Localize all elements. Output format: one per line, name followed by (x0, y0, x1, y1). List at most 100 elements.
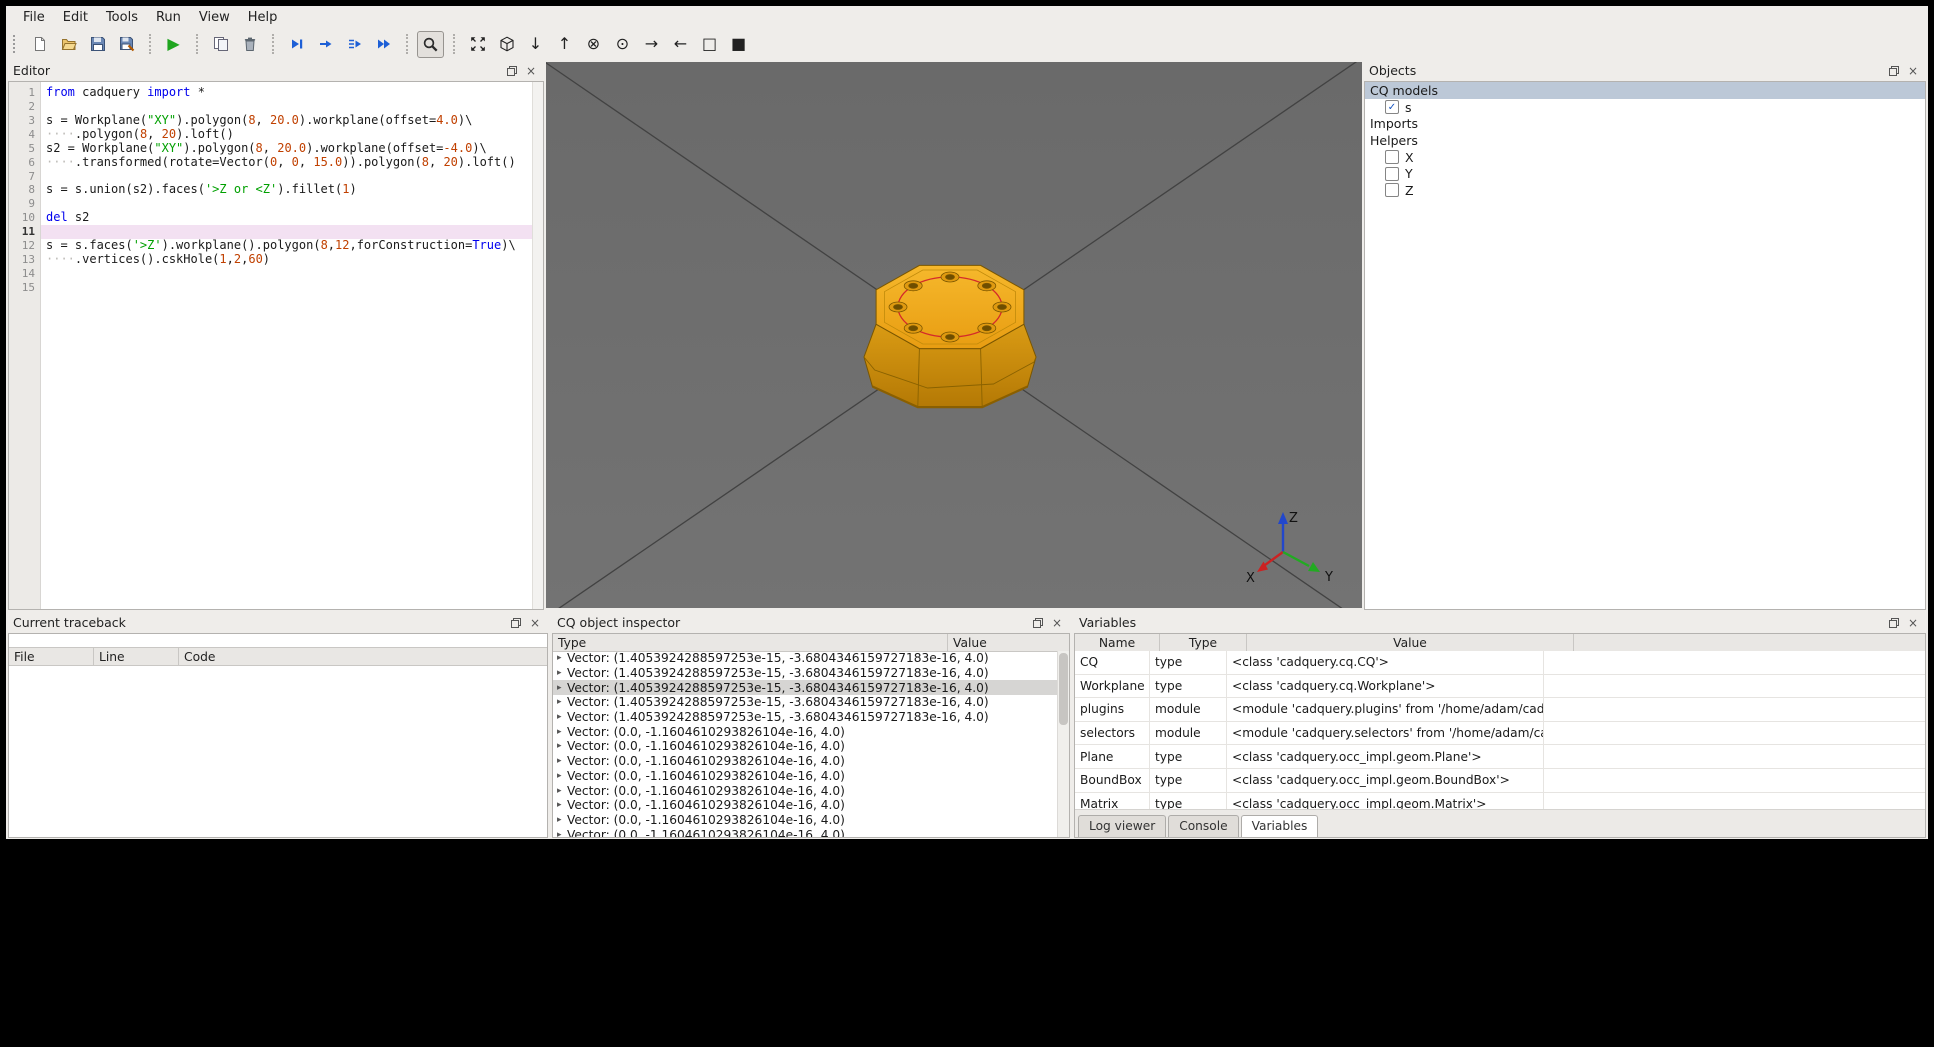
close-button[interactable]: × (1905, 615, 1921, 630)
toolbar-drag-handle[interactable] (13, 35, 18, 53)
branch-expand-icon[interactable]: ▸ (557, 727, 567, 737)
scrollbar-thumb[interactable] (1059, 653, 1068, 725)
editor-scrollbar[interactable] (532, 82, 543, 609)
menu-item-file[interactable]: File (14, 8, 54, 27)
column-header-code[interactable]: Code (179, 648, 547, 665)
branch-expand-icon[interactable]: ▸ (557, 830, 567, 837)
branch-expand-icon[interactable]: ▸ (557, 771, 567, 781)
column-header-value[interactable]: Value (948, 634, 1069, 651)
cad-model[interactable] (863, 264, 1037, 409)
step-button[interactable] (312, 31, 339, 58)
inspector-row[interactable]: ▸ Vector: (1.4053924288597253e-15, -3.680… (553, 695, 1058, 710)
inspector-row[interactable]: ▸ Vector: (0.0, -1.1604610293826104e-16, … (553, 813, 1058, 828)
back-view-button[interactable]: ⊙ (609, 31, 636, 58)
tree-item-s[interactable]: ✓ s (1365, 99, 1925, 116)
zoom-toggle-button[interactable] (417, 30, 444, 58)
float-button[interactable] (508, 615, 524, 630)
variable-row[interactable]: plugins module <module 'cadquery.plugins' … (1075, 698, 1925, 722)
tree-item-cq-models[interactable]: CQ models (1365, 82, 1925, 99)
continue-button[interactable] (370, 31, 397, 58)
step-in-button[interactable] (341, 31, 368, 58)
inspector-row[interactable]: ▸ Vector: (1.4053924288597253e-15, -3.680… (553, 680, 1058, 696)
checkbox-x[interactable] (1385, 150, 1399, 165)
branch-expand-icon[interactable]: ▸ (557, 697, 567, 707)
branch-expand-icon[interactable]: ▸ (557, 786, 567, 796)
new-file-button[interactable] (26, 31, 53, 58)
float-button[interactable] (1886, 615, 1902, 630)
tab-log-viewer[interactable]: Log viewer (1078, 815, 1167, 837)
close-button[interactable]: × (1049, 615, 1065, 630)
variable-row[interactable]: selectors module <module 'cadquery.selecto… (1075, 721, 1925, 746)
checkbox-y[interactable] (1385, 166, 1399, 181)
close-button[interactable]: × (527, 615, 543, 630)
inspector-row[interactable]: ▸ Vector: (0.0, -1.1604610293826104e-16, … (553, 769, 1058, 784)
menu-item-view[interactable]: View (190, 8, 239, 27)
column-header-value[interactable]: Value (1247, 634, 1574, 651)
render-button[interactable] (207, 31, 234, 58)
inspector-row[interactable]: ▸ Vector: (0.0, -1.1604610293826104e-16, … (553, 783, 1058, 798)
inspector-row[interactable]: ▸ Vector: (1.4053924288597253e-15, -3.680… (553, 710, 1058, 725)
checkbox-z[interactable] (1385, 183, 1399, 198)
fit-view-button[interactable] (464, 31, 491, 58)
column-header-type[interactable]: Type (553, 634, 948, 651)
column-header-line[interactable]: Line (94, 648, 179, 665)
inspector-row[interactable]: ▸ Vector: (0.0, -1.1604610293826104e-16, … (553, 754, 1058, 769)
front-view-button[interactable]: ⊗ (580, 31, 607, 58)
save-as-button[interactable] (113, 31, 140, 58)
menu-item-tools[interactable]: Tools (97, 8, 147, 27)
branch-expand-icon[interactable]: ▸ (557, 712, 567, 722)
variable-row[interactable]: Plane type <class 'cadquery.occ_impl.geom.… (1075, 745, 1925, 769)
shaded-view-button[interactable]: ■ (725, 31, 752, 58)
tab-variables[interactable]: Variables (1240, 815, 1319, 837)
run-button[interactable]: ▶ (160, 31, 187, 58)
inspector-row[interactable]: ▸ Vector: (0.0, -1.1604610293826104e-16, … (553, 827, 1058, 837)
open-button[interactable] (55, 31, 82, 58)
viewport-3d[interactable]: Z X Y (546, 62, 1362, 608)
wireframe-view-button[interactable]: □ (696, 31, 723, 58)
tree-item-helpers[interactable]: Helpers (1365, 132, 1925, 149)
checkbox-s[interactable]: ✓ (1385, 100, 1399, 115)
right-view-button[interactable]: → (638, 31, 665, 58)
inspector-row[interactable]: ▸ Vector: (0.0, -1.1604610293826104e-16, … (553, 798, 1058, 813)
inspector-row[interactable]: ▸ Vector: (1.4053924288597253e-15, -3.680… (553, 666, 1058, 681)
branch-expand-icon[interactable]: ▸ (557, 653, 567, 663)
float-button[interactable] (1886, 63, 1902, 78)
menu-item-run[interactable]: Run (147, 8, 190, 27)
branch-expand-icon[interactable]: ▸ (557, 756, 567, 766)
variable-row[interactable]: Matrix type <class 'cadquery.occ_impl.geom… (1075, 792, 1925, 810)
float-button[interactable] (504, 63, 520, 78)
tab-console[interactable]: Console (1168, 815, 1239, 837)
left-view-button[interactable]: ← (667, 31, 694, 58)
branch-expand-icon[interactable]: ▸ (557, 741, 567, 751)
tree-item-y[interactable]: Y (1365, 165, 1925, 182)
inspector-scrollbar[interactable] (1057, 651, 1069, 837)
top-view-button[interactable]: ↑ (551, 31, 578, 58)
menu-item-help[interactable]: Help (239, 8, 287, 27)
tree-item-imports[interactable]: Imports (1365, 115, 1925, 132)
delete-button[interactable] (236, 31, 263, 58)
inspector-row[interactable]: ▸ Vector: (0.0, -1.1604610293826104e-16, … (553, 724, 1058, 739)
iso-view-button[interactable] (493, 31, 520, 58)
bottom-view-button[interactable]: ↓ (522, 31, 549, 58)
close-button[interactable]: × (1905, 63, 1921, 78)
branch-expand-icon[interactable]: ▸ (557, 668, 567, 678)
variable-row[interactable]: CQ type <class 'cadquery.cq.CQ'> (1075, 651, 1925, 675)
branch-expand-icon[interactable]: ▸ (557, 683, 567, 693)
float-button[interactable] (1030, 615, 1046, 630)
branch-expand-icon[interactable]: ▸ (557, 815, 567, 825)
inspector-row[interactable]: ▸ Vector: (0.0, -1.1604610293826104e-16, … (553, 739, 1058, 754)
menu-item-edit[interactable]: Edit (54, 8, 97, 27)
tree-item-x[interactable]: X (1365, 149, 1925, 166)
branch-expand-icon[interactable]: ▸ (557, 800, 567, 810)
inspector-row[interactable]: ▸ Vector: (1.4053924288597253e-15, -3.680… (553, 651, 1058, 666)
tree-item-z[interactable]: Z (1365, 182, 1925, 199)
column-header-file[interactable]: File (9, 648, 94, 665)
variable-row[interactable]: Workplane type <class 'cadquery.cq.Workpla… (1075, 674, 1925, 699)
column-header-type[interactable]: Type (1160, 634, 1247, 651)
close-button[interactable]: × (523, 63, 539, 78)
variable-row[interactable]: BoundBox type <class 'cadquery.occ_impl.ge… (1075, 768, 1925, 793)
debug-button[interactable] (283, 31, 310, 58)
save-button[interactable] (84, 31, 111, 58)
column-header-name[interactable]: Name (1075, 634, 1160, 651)
code-editor[interactable]: 1 from cadquery import * 2 3 s = Workplane("… (8, 81, 544, 610)
